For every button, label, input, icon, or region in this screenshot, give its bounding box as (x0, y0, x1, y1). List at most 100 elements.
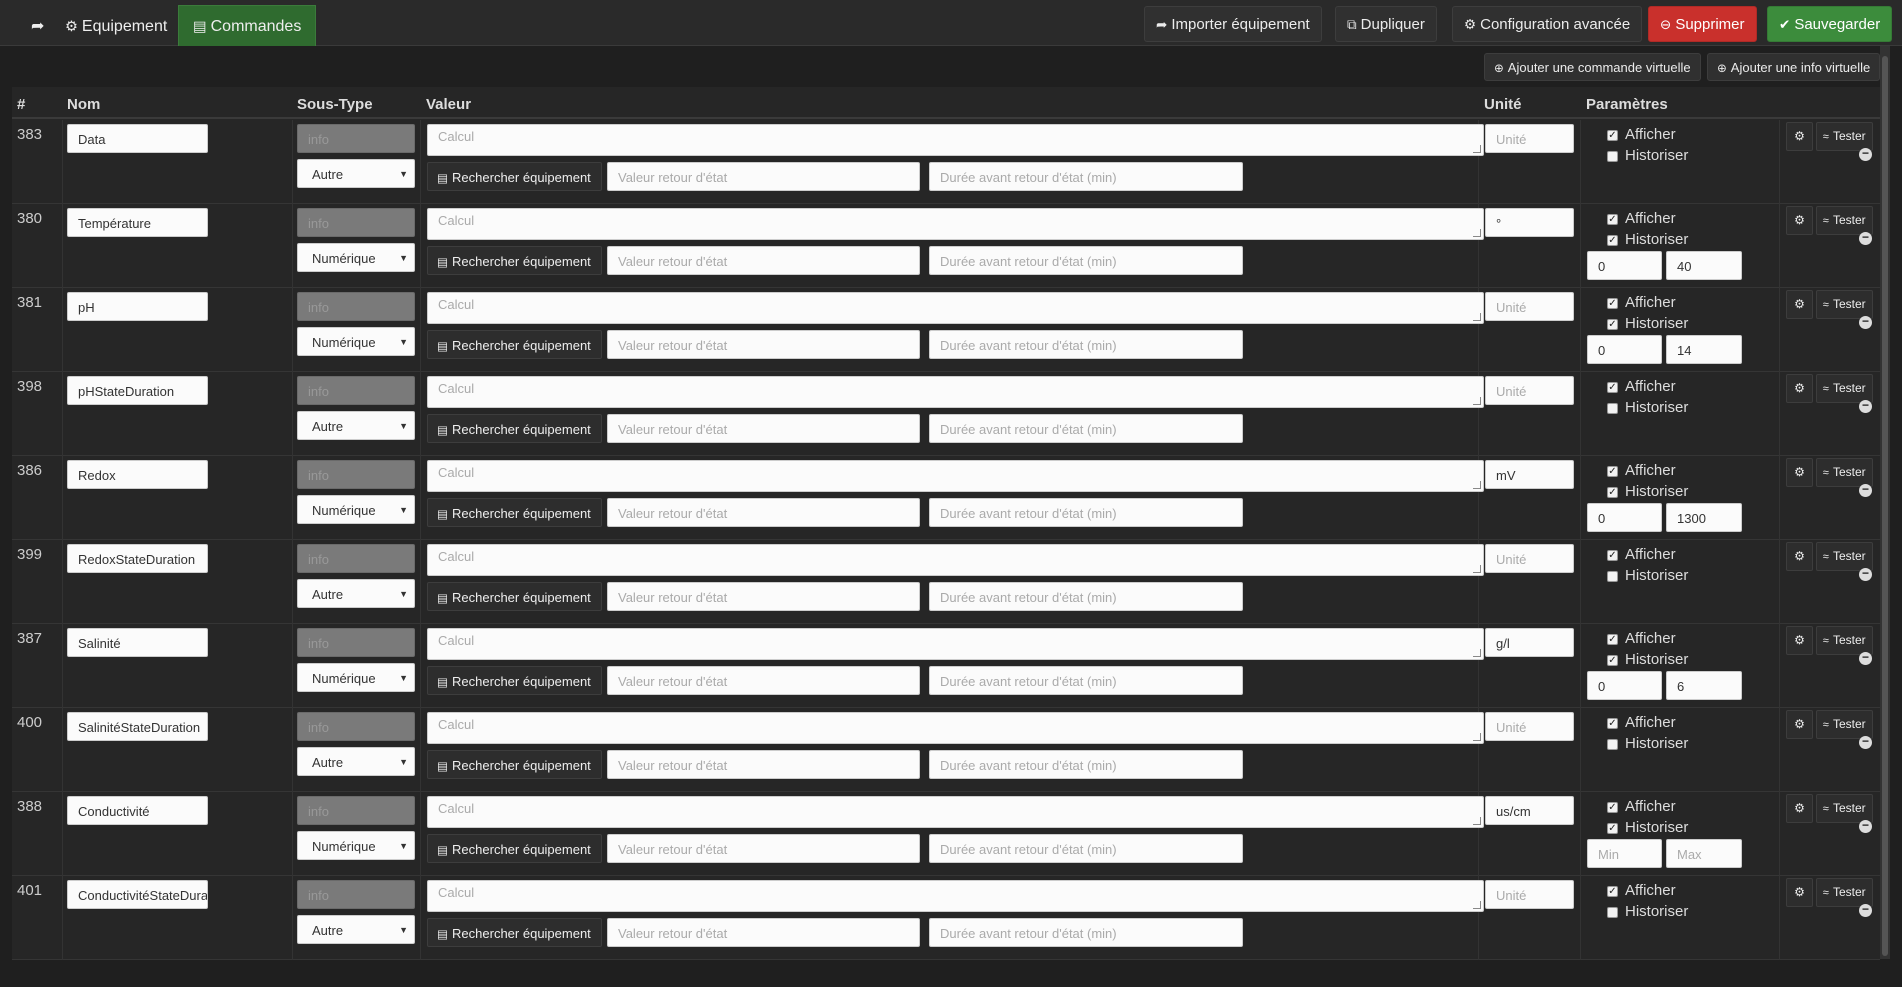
calcul-textarea[interactable]: Calcul (427, 208, 1484, 240)
unit-input[interactable]: ° (1485, 208, 1574, 237)
resize-grip-icon[interactable] (1473, 397, 1481, 405)
min-value-input[interactable]: 0 (1587, 503, 1662, 532)
historiser-checkbox[interactable] (1607, 907, 1618, 918)
return-state-value-input[interactable]: Valeur retour d'état (607, 330, 920, 359)
configure-command-button[interactable]: ⚙ (1786, 206, 1813, 235)
return-state-duration-input[interactable]: Durée avant retour d'état (min) (929, 414, 1243, 443)
search-equipment-button[interactable]: ▤ Rechercher équipement (427, 582, 602, 611)
search-equipment-button[interactable]: ▤ Rechercher équipement (427, 414, 602, 443)
unit-input[interactable]: Unité (1485, 880, 1574, 909)
remove-command-icon[interactable]: − (1859, 231, 1872, 245)
afficher-checkbox[interactable]: ✓ (1607, 886, 1618, 897)
remove-command-icon[interactable]: − (1859, 483, 1872, 497)
unit-input[interactable]: g/l (1485, 628, 1574, 657)
return-state-value-input[interactable]: Valeur retour d'état (607, 498, 920, 527)
tab-equipement[interactable]: ⚙ Equipement (50, 5, 182, 46)
configure-command-button[interactable]: ⚙ (1786, 542, 1813, 571)
configure-command-button[interactable]: ⚙ (1786, 710, 1813, 739)
afficher-checkbox[interactable]: ✓ (1607, 214, 1618, 225)
add-virtual-info-button[interactable]: ⊕ Ajouter une info virtuelle (1707, 53, 1881, 81)
command-name-input[interactable]: pHStateDuration (67, 376, 208, 405)
subtype-select[interactable]: Numérique ▼ (297, 831, 415, 860)
configure-command-button[interactable]: ⚙ (1786, 458, 1813, 487)
afficher-checkbox[interactable]: ✓ (1607, 298, 1618, 309)
command-name-input[interactable]: Data (67, 124, 208, 153)
calcul-textarea[interactable]: Calcul (427, 880, 1484, 912)
historiser-checkbox[interactable] (1607, 739, 1618, 750)
import-equipment-button[interactable]: ➦ Importer équipement (1144, 6, 1322, 42)
remove-command-icon[interactable]: − (1859, 147, 1872, 161)
configure-command-button[interactable]: ⚙ (1786, 794, 1813, 823)
unit-input[interactable]: us/cm (1485, 796, 1574, 825)
max-value-input[interactable]: 40 (1666, 251, 1742, 280)
command-name-input[interactable]: RedoxStateDuration (67, 544, 208, 573)
resize-grip-icon[interactable] (1473, 817, 1481, 825)
unit-input[interactable]: Unité (1485, 376, 1574, 405)
subtype-select[interactable]: Autre ▼ (297, 159, 415, 188)
duplicate-button[interactable]: ⧉ Dupliquer (1335, 6, 1437, 42)
calcul-textarea[interactable]: Calcul (427, 628, 1484, 660)
afficher-checkbox[interactable]: ✓ (1607, 550, 1618, 561)
subtype-select[interactable]: Autre ▼ (297, 915, 415, 944)
command-name-input[interactable]: Redox (67, 460, 208, 489)
afficher-checkbox[interactable]: ✓ (1607, 718, 1618, 729)
remove-command-icon[interactable]: − (1859, 651, 1872, 665)
search-equipment-button[interactable]: ▤ Rechercher équipement (427, 666, 602, 695)
historiser-checkbox[interactable]: ✓ (1607, 319, 1618, 330)
min-value-input[interactable]: 0 (1587, 671, 1662, 700)
calcul-textarea[interactable]: Calcul (427, 460, 1484, 492)
search-equipment-button[interactable]: ▤ Rechercher équipement (427, 330, 602, 359)
afficher-checkbox[interactable]: ✓ (1607, 466, 1618, 477)
search-equipment-button[interactable]: ▤ Rechercher équipement (427, 834, 602, 863)
afficher-checkbox[interactable]: ✓ (1607, 634, 1618, 645)
subtype-select[interactable]: Autre ▼ (297, 747, 415, 776)
return-state-duration-input[interactable]: Durée avant retour d'état (min) (929, 330, 1243, 359)
command-name-input[interactable]: Salinité (67, 628, 208, 657)
return-state-value-input[interactable]: Valeur retour d'état (607, 750, 920, 779)
resize-grip-icon[interactable] (1473, 229, 1481, 237)
configure-command-button[interactable]: ⚙ (1786, 374, 1813, 403)
remove-command-icon[interactable]: − (1859, 735, 1872, 749)
subtype-select[interactable]: Numérique ▼ (297, 327, 415, 356)
return-state-duration-input[interactable]: Durée avant retour d'état (min) (929, 834, 1243, 863)
remove-command-icon[interactable]: − (1859, 399, 1872, 413)
advanced-config-button[interactable]: ⚙ Configuration avancée (1452, 6, 1643, 42)
remove-command-icon[interactable]: − (1859, 567, 1872, 581)
return-state-duration-input[interactable]: Durée avant retour d'état (min) (929, 666, 1243, 695)
subtype-select[interactable]: Numérique ▼ (297, 495, 415, 524)
configure-command-button[interactable]: ⚙ (1786, 290, 1813, 319)
return-state-duration-input[interactable]: Durée avant retour d'état (min) (929, 246, 1243, 275)
return-state-value-input[interactable]: Valeur retour d'état (607, 162, 920, 191)
unit-input[interactable]: Unité (1485, 292, 1574, 321)
afficher-checkbox[interactable]: ✓ (1607, 802, 1618, 813)
subtype-select[interactable]: Autre ▼ (297, 579, 415, 608)
calcul-textarea[interactable]: Calcul (427, 796, 1484, 828)
historiser-checkbox[interactable]: ✓ (1607, 235, 1618, 246)
max-value-input[interactable]: 6 (1666, 671, 1742, 700)
max-value-input[interactable]: 14 (1666, 335, 1742, 364)
return-state-value-input[interactable]: Valeur retour d'état (607, 582, 920, 611)
configure-command-button[interactable]: ⚙ (1786, 878, 1813, 907)
resize-grip-icon[interactable] (1473, 145, 1481, 153)
command-name-input[interactable]: ConductivitéStateDuration (67, 880, 208, 909)
calcul-textarea[interactable]: Calcul (427, 712, 1484, 744)
command-name-input[interactable]: pH (67, 292, 208, 321)
afficher-checkbox[interactable]: ✓ (1607, 130, 1618, 141)
historiser-checkbox[interactable] (1607, 403, 1618, 414)
historiser-checkbox[interactable]: ✓ (1607, 655, 1618, 666)
delete-button[interactable]: ⊖ Supprimer (1648, 6, 1757, 42)
max-value-input[interactable]: 1300 (1666, 503, 1742, 532)
calcul-textarea[interactable]: Calcul (427, 376, 1484, 408)
return-state-duration-input[interactable]: Durée avant retour d'état (min) (929, 750, 1243, 779)
return-state-duration-input[interactable]: Durée avant retour d'état (min) (929, 162, 1243, 191)
configure-command-button[interactable]: ⚙ (1786, 122, 1813, 151)
save-button[interactable]: ✔ Sauvegarder (1767, 6, 1893, 42)
subtype-select[interactable]: Numérique ▼ (297, 243, 415, 272)
unit-input[interactable]: Unité (1485, 544, 1574, 573)
remove-command-icon[interactable]: − (1859, 819, 1872, 833)
command-name-input[interactable]: Conductivité (67, 796, 208, 825)
calcul-textarea[interactable]: Calcul (427, 544, 1484, 576)
historiser-checkbox[interactable]: ✓ (1607, 823, 1618, 834)
return-state-duration-input[interactable]: Durée avant retour d'état (min) (929, 498, 1243, 527)
configure-command-button[interactable]: ⚙ (1786, 626, 1813, 655)
